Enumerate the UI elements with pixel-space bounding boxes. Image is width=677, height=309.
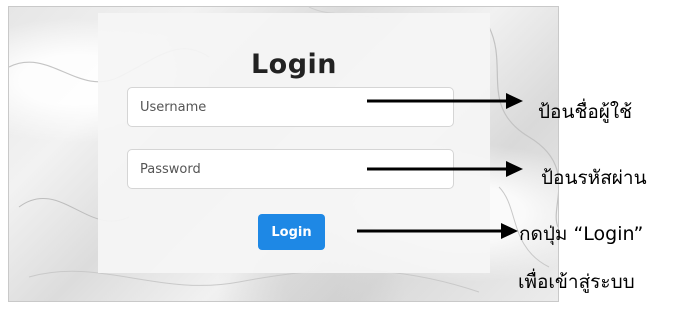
password-annotation: ป้อนรหัสผ่าน [541,167,647,189]
username-arrow [367,93,523,109]
login-arrow [357,223,518,239]
annotation-arrows [357,93,523,239]
username-annotation: ป้อนชื่อผู้ใช้ [538,101,633,123]
login-annotation-line2: เพื่อเข้าสู่ระบบ [518,271,635,293]
password-arrow [367,161,523,177]
annotated-screenshot: Login Login ป้อนชื่อผู้ใช้ ป้อนรหัสผ่าน … [0,0,677,309]
login-annotation: กดปุ่ม “Login” [519,223,644,245]
